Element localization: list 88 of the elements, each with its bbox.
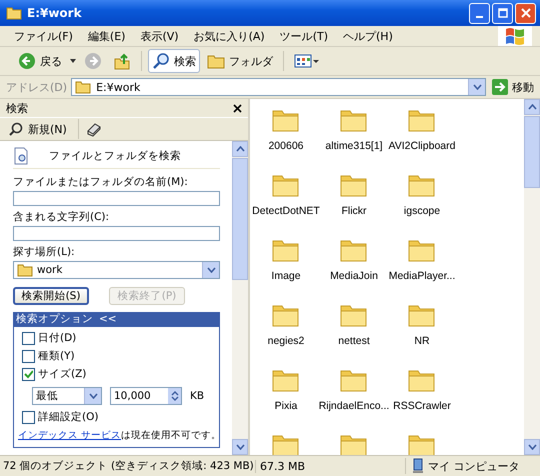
address-label: アドレス(D): [6, 80, 68, 94]
folder-name[interactable]: MediaJoin: [330, 270, 378, 282]
close-icon[interactable]: [233, 104, 242, 112]
folder-name[interactable]: RijndaelEnco...: [318, 400, 390, 412]
field-label: 探す場所(L):: [13, 246, 76, 259]
minimize-icon: [476, 16, 483, 18]
dropdown-caret-icon[interactable]: [69, 58, 77, 64]
search-icon: [152, 52, 170, 70]
search-button[interactable]: 検索: [148, 49, 200, 73]
chevron-down-icon: [528, 444, 536, 450]
text-input-field[interactable]: [13, 226, 220, 241]
folder-name[interactable]: negies2: [268, 335, 304, 347]
folder-name[interactable]: altime315[1]: [325, 140, 383, 152]
folder-name[interactable]: 200606: [268, 140, 304, 152]
maximize-icon: [498, 8, 508, 18]
folder-name[interactable]: MediaPlayer...: [388, 270, 456, 282]
new-search-button[interactable]: 新規(N): [4, 118, 71, 140]
folder-name[interactable]: RSSCrawler: [393, 400, 451, 412]
checkbox-box[interactable]: [22, 411, 35, 424]
scrollbar[interactable]: [524, 99, 540, 455]
folder-name[interactable]: AVI2Clipboard: [388, 140, 456, 152]
maximize-button[interactable]: [492, 2, 513, 24]
field-label: 含まれる文字列(C):: [13, 211, 110, 224]
menu-item[interactable]: ツール(T): [280, 28, 328, 44]
folder-name[interactable]: Flickr: [341, 205, 367, 217]
unit-label: KB: [190, 390, 204, 402]
menu-item[interactable]: お気に入り(A): [194, 28, 265, 44]
checkbox-box[interactable]: [22, 332, 35, 345]
checkbox[interactable]: 種類(Y): [22, 350, 211, 363]
up-folder-icon: [113, 52, 131, 70]
pane-heading: ファイルとフォルダを検索: [49, 150, 181, 162]
folder-name[interactable]: NR: [414, 335, 430, 347]
folder-name[interactable]: igscope: [404, 205, 440, 217]
computer-icon: [412, 458, 424, 474]
folder-name[interactable]: Image: [271, 270, 301, 282]
location-dropdown[interactable]: work: [13, 261, 220, 279]
status-size: 67.3 MB: [255, 460, 405, 472]
close-icon: [520, 8, 530, 18]
go-arrow-icon: [492, 79, 508, 95]
document-search-icon: [13, 147, 29, 165]
checkbox[interactable]: 詳細設定(O): [22, 411, 211, 424]
name-input-field[interactable]: [13, 191, 220, 206]
minimize-button[interactable]: [469, 2, 490, 24]
index-service-link[interactable]: インデックス サービス: [18, 430, 122, 441]
folder-icon: [17, 263, 33, 277]
scroll-thumb[interactable]: [524, 116, 540, 188]
go-button[interactable]: 移動: [490, 79, 536, 95]
folders-button[interactable]: フォルダ: [203, 50, 277, 72]
magnifier-icon: [8, 121, 24, 137]
spin-arrows-icon: [170, 390, 178, 402]
status-text: 72 個のオブジェクト (空きディスク領域: 423 MB): [2, 459, 255, 473]
folder-icon: [207, 53, 225, 69]
menu-item[interactable]: ヘルプ(H): [343, 28, 393, 44]
menu-item[interactable]: 表示(V): [140, 28, 179, 44]
back-button[interactable]: 戻る: [14, 49, 66, 73]
folder-name[interactable]: nettest: [338, 335, 370, 347]
size-mode-dropdown[interactable]: 最低: [32, 387, 102, 405]
scroll-thumb[interactable]: [232, 158, 248, 280]
scrollbar[interactable]: [232, 141, 248, 455]
options-header[interactable]: 検索オプション <<: [14, 312, 219, 327]
folder-icon: [6, 6, 22, 20]
chevron-down-icon: [88, 393, 98, 399]
folder-icon: [75, 80, 92, 94]
start-search-button[interactable]: 検索開始(S): [13, 287, 89, 305]
checkbox[interactable]: 日付(D): [22, 332, 211, 345]
dropdown-button[interactable]: [468, 79, 485, 95]
folder-name[interactable]: Pixia: [274, 400, 298, 412]
chevron-down-icon: [236, 444, 244, 450]
chevron-up-icon: [236, 146, 244, 152]
window-title: E:¥work: [27, 6, 83, 20]
close-button[interactable]: [515, 2, 536, 24]
menu-item[interactable]: ファイル(F): [14, 28, 73, 44]
checkbox[interactable]: サイズ(Z): [22, 368, 211, 381]
book-icon[interactable]: [86, 121, 102, 137]
status-location: マイ コンピュータ: [428, 458, 520, 474]
views-icon: [294, 53, 320, 69]
windows-logo-icon: [498, 26, 532, 46]
chevron-down-icon: [472, 84, 482, 90]
chevron-down-icon: [206, 267, 216, 273]
size-spin-field[interactable]: 10,000: [110, 387, 182, 405]
pane-title: 検索: [6, 100, 28, 116]
menu-item[interactable]: 編集(E): [88, 28, 126, 44]
folder-name[interactable]: DetectDotNET: [252, 205, 320, 217]
chevron-up-icon: [528, 104, 536, 110]
checkbox-box[interactable]: [22, 368, 35, 381]
address-field[interactable]: E:¥work: [71, 78, 486, 96]
checkbox-box[interactable]: [22, 350, 35, 363]
field-label: ファイルまたはフォルダの名前(M):: [13, 176, 189, 189]
